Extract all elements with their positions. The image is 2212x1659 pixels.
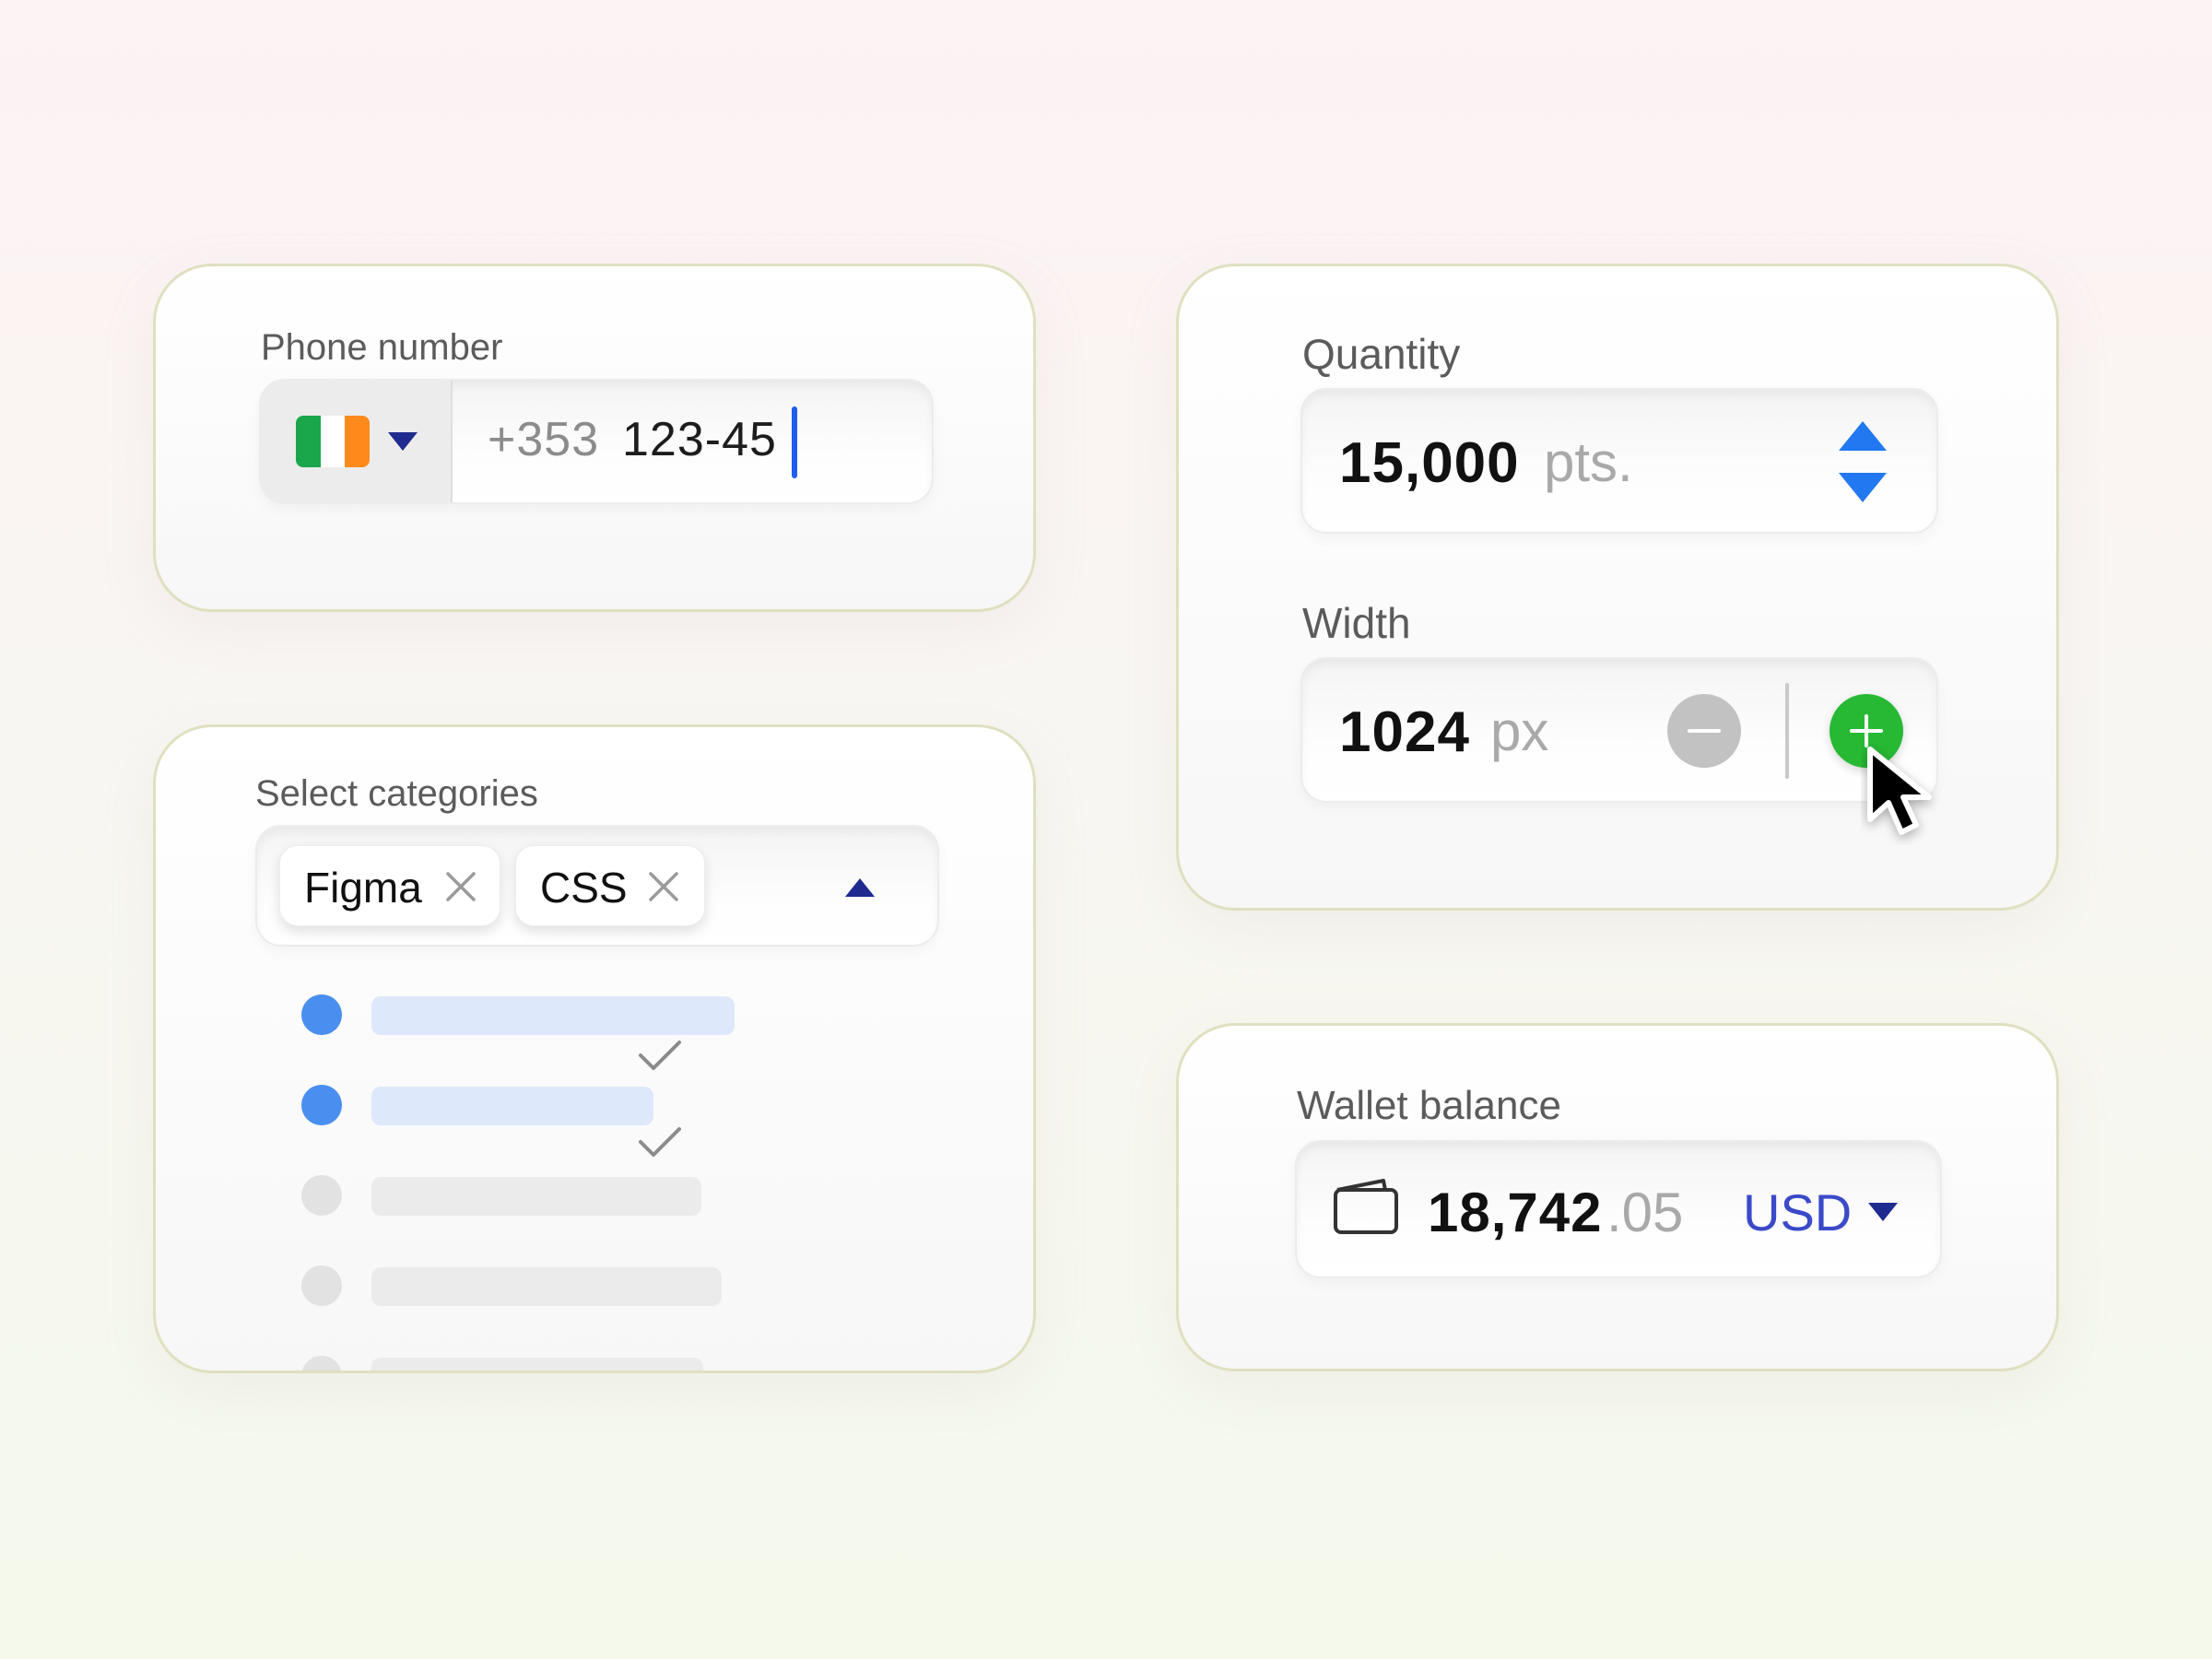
quantity-stepper[interactable]: 15,000 pts. [1300,388,1938,534]
check-icon [639,1127,681,1157]
increment-arrow-icon[interactable] [1839,421,1887,451]
option-item[interactable] [371,996,735,1035]
width-label: Width [1302,599,1411,647]
text-caret [792,406,797,478]
phone-label: Phone number [261,327,503,368]
phone-card: Phone number +353 123-45 [153,264,1036,612]
cursor-arrow-icon [1867,747,1932,835]
close-icon[interactable] [442,868,479,905]
balance-decimals: .05 [1606,1182,1684,1243]
width-value: 1024 [1339,700,1470,764]
option-bullet[interactable] [301,1265,342,1306]
width-unit: px [1490,700,1549,762]
option-item[interactable] [371,1267,722,1306]
chip-css: CSS [515,845,705,926]
option-bullet[interactable] [301,1085,342,1125]
wallet-icon [1334,1179,1398,1234]
check-icon [639,1041,681,1070]
option-bullet[interactable] [301,1175,342,1216]
chip-label: CSS [540,864,628,912]
wallet-card: Wallet balance 18,742 .05 USD [1176,1023,2059,1371]
option-item[interactable] [371,1087,653,1125]
wallet-field: 18,742 .05 USD [1295,1140,1942,1278]
phone-prefix: +353 [488,413,600,466]
stepper-card: Quantity 15,000 pts. Width 1024 px [1176,264,2059,911]
chevron-down-icon [388,432,418,451]
option-item[interactable] [371,1177,701,1216]
phone-input[interactable]: 123-45 [622,412,777,467]
balance-amount: 18,742 [1428,1182,1603,1243]
chip-figma: Figma [279,845,500,926]
quantity-unit: pts. [1544,431,1633,493]
phone-field[interactable]: +353 123-45 [259,379,934,504]
decrement-arrow-icon[interactable] [1839,473,1887,502]
option-bullet[interactable] [301,1356,342,1371]
country-selector[interactable] [261,381,453,502]
option-bullet[interactable] [301,994,342,1035]
ireland-flag-icon [296,416,370,467]
chevron-down-icon[interactable] [1868,1203,1898,1221]
option-item[interactable] [371,1358,703,1371]
quantity-value: 15,000 [1339,431,1520,495]
categories-card: Select categories Figma CSS [153,724,1036,1373]
chevron-up-icon[interactable] [845,878,875,897]
categories-label: Select categories [255,773,538,814]
minus-button[interactable] [1667,694,1741,768]
chip-label: Figma [304,864,422,912]
currency-select[interactable]: USD [1743,1182,1852,1242]
wallet-label: Wallet balance [1297,1083,1561,1128]
categories-select[interactable]: Figma CSS [255,825,939,947]
stepper-divider [1785,683,1789,779]
width-stepper[interactable]: 1024 px [1300,657,1938,803]
quantity-label: Quantity [1302,330,1461,378]
close-icon[interactable] [645,868,682,905]
